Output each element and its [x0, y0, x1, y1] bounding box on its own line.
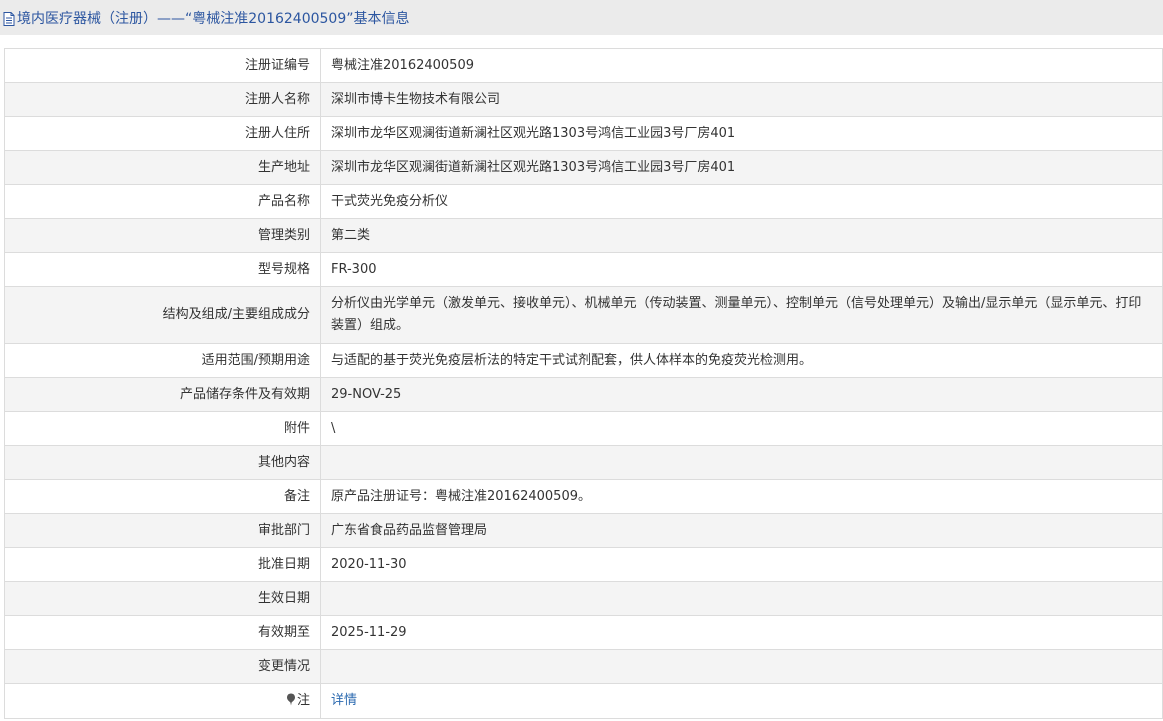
- field-label: 注册证编号: [4, 48, 321, 83]
- table-row: 产品名称 干式荧光免疫分析仪: [4, 184, 1163, 219]
- table-row: 备注 原产品注册证号：粤械注准20162400509。: [4, 479, 1163, 514]
- field-label: 生产地址: [4, 150, 321, 185]
- field-label: 型号规格: [4, 252, 321, 287]
- field-label: 其他内容: [4, 445, 321, 480]
- note-row: 注 详情: [4, 683, 1163, 719]
- field-label: 审批部门: [4, 513, 321, 548]
- field-value: 深圳市龙华区观澜街道新澜社区观光路1303号鸿信工业园3号厂房401: [320, 150, 1163, 185]
- field-label: 产品名称: [4, 184, 321, 219]
- table-row: 注册人名称 深圳市博卡生物技术有限公司: [4, 82, 1163, 117]
- field-value: 干式荧光免疫分析仪: [320, 184, 1163, 219]
- table-row: 注册人住所 深圳市龙华区观澜街道新澜社区观光路1303号鸿信工业园3号厂房401: [4, 116, 1163, 151]
- field-value: [320, 649, 1163, 684]
- registration-info-table: 注册证编号 粤械注准20162400509 注册人名称 深圳市博卡生物技术有限公…: [4, 48, 1163, 719]
- table-row: 生产地址 深圳市龙华区观澜街道新澜社区观光路1303号鸿信工业园3号厂房401: [4, 150, 1163, 185]
- table-row: 结构及组成/主要组成成分 分析仪由光学单元（激发单元、接收单元）、机械单元（传动…: [4, 286, 1163, 344]
- note-value-cell: 详情: [320, 683, 1163, 719]
- table-row: 产品储存条件及有效期 29-NOV-25: [4, 377, 1163, 412]
- page-title-bar: 境内医疗器械（注册）——“粤械注准20162400509”基本信息: [0, 0, 1163, 35]
- field-value: 分析仪由光学单元（激发单元、接收单元）、机械单元（传动装置、测量单元）、控制单元…: [320, 286, 1163, 344]
- field-label: 注册人住所: [4, 116, 321, 151]
- table-row: 管理类别 第二类: [4, 218, 1163, 253]
- field-label: 生效日期: [4, 581, 321, 616]
- field-label: 管理类别: [4, 218, 321, 253]
- field-label: 附件: [4, 411, 321, 446]
- table-row: 审批部门 广东省食品药品监督管理局: [4, 513, 1163, 548]
- note-label-cell: 注: [4, 683, 321, 719]
- field-label: 产品储存条件及有效期: [4, 377, 321, 412]
- pin-icon: [286, 693, 295, 706]
- field-value: [320, 445, 1163, 480]
- field-label: 有效期至: [4, 615, 321, 650]
- field-label: 适用范围/预期用途: [4, 343, 321, 378]
- field-value: \: [320, 411, 1163, 446]
- field-value: 29-NOV-25: [320, 377, 1163, 412]
- field-value: FR-300: [320, 252, 1163, 287]
- note-label: 注: [296, 693, 310, 708]
- table-row: 附件 \: [4, 411, 1163, 446]
- field-value: 深圳市龙华区观澜街道新澜社区观光路1303号鸿信工业园3号厂房401: [320, 116, 1163, 151]
- page-title: 境内医疗器械（注册）——“粤械注准20162400509”基本信息: [17, 10, 410, 27]
- field-label: 结构及组成/主要组成成分: [4, 286, 321, 344]
- field-label: 注册人名称: [4, 82, 321, 117]
- table-row: 适用范围/预期用途 与适配的基于荧光免疫层析法的特定干式试剂配套，供人体样本的免…: [4, 343, 1163, 378]
- details-link[interactable]: 详情: [331, 693, 357, 708]
- field-value: 2025-11-29: [320, 615, 1163, 650]
- table-row: 生效日期: [4, 581, 1163, 616]
- table-row: 有效期至 2025-11-29: [4, 615, 1163, 650]
- table-row: 批准日期 2020-11-30: [4, 547, 1163, 582]
- document-icon: [3, 11, 15, 26]
- field-value: 第二类: [320, 218, 1163, 253]
- field-label: 备注: [4, 479, 321, 514]
- field-label: 批准日期: [4, 547, 321, 582]
- field-value: 与适配的基于荧光免疫层析法的特定干式试剂配套，供人体样本的免疫荧光检测用。: [320, 343, 1163, 378]
- table-row: 其他内容: [4, 445, 1163, 480]
- field-value: 粤械注准20162400509: [320, 48, 1163, 83]
- field-value: 深圳市博卡生物技术有限公司: [320, 82, 1163, 117]
- table-row: 注册证编号 粤械注准20162400509: [4, 48, 1163, 83]
- field-value: 广东省食品药品监督管理局: [320, 513, 1163, 548]
- field-value: [320, 581, 1163, 616]
- field-label: 变更情况: [4, 649, 321, 684]
- table-row: 型号规格 FR-300: [4, 252, 1163, 287]
- field-value: 2020-11-30: [320, 547, 1163, 582]
- field-value: 原产品注册证号：粤械注准20162400509。: [320, 479, 1163, 514]
- table-row: 变更情况: [4, 649, 1163, 684]
